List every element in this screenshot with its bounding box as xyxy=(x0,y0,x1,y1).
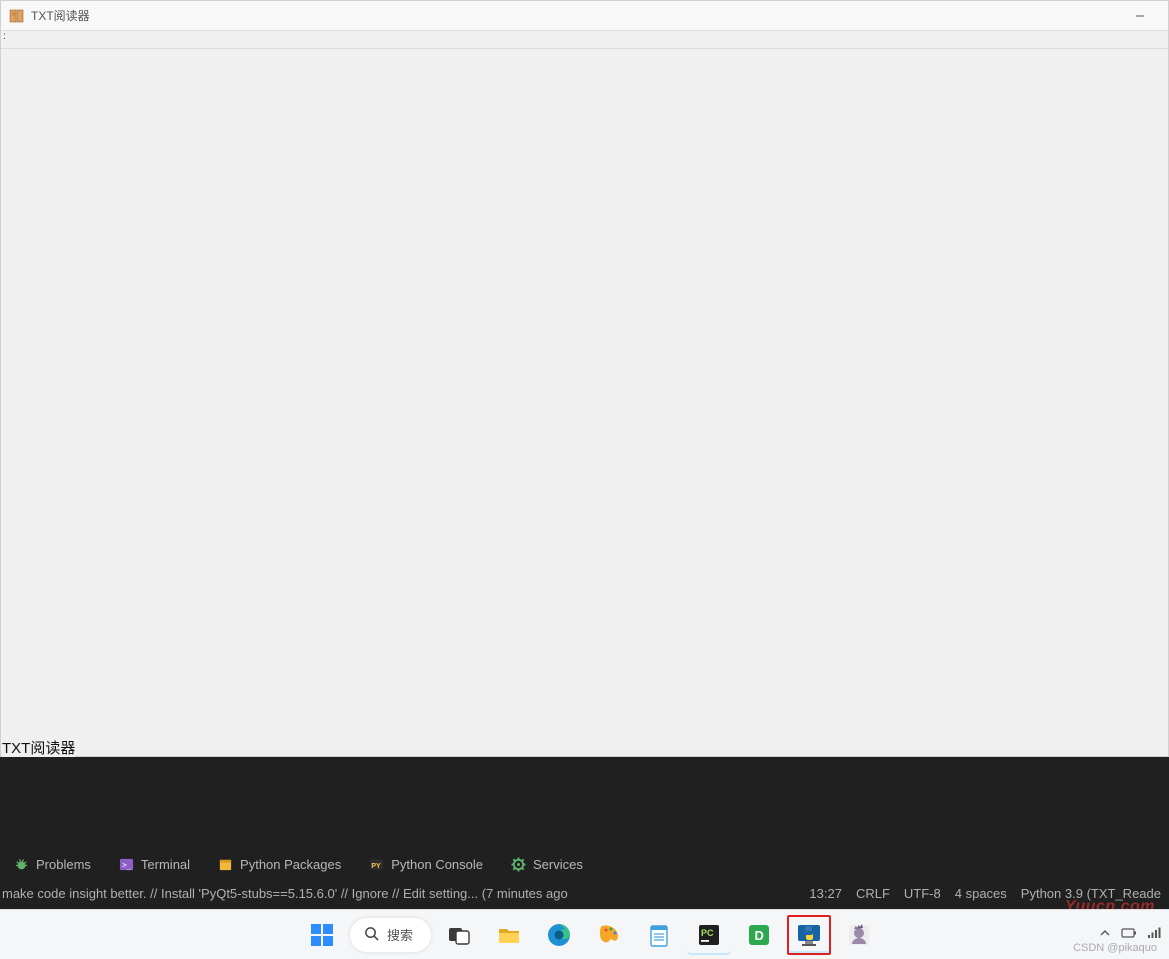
panel-label: Problems xyxy=(36,857,91,872)
pycharm-button[interactable]: PC xyxy=(687,915,731,955)
panel-label: Services xyxy=(533,857,583,872)
status-cursor[interactable]: 13:27 xyxy=(809,886,842,901)
panel-label: Python Packages xyxy=(240,857,341,872)
app-icon xyxy=(9,8,25,24)
ide-bottom: Problems >_ Terminal Python Packages PY … xyxy=(0,757,1169,909)
svg-text:PC: PC xyxy=(701,928,714,938)
txt-reader-window: TXT阅读器 : xyxy=(0,0,1169,757)
content-area xyxy=(1,49,1168,756)
svg-text:PY: PY xyxy=(372,863,382,870)
bug-icon xyxy=(14,857,29,872)
toolbar-text: : xyxy=(3,31,6,42)
tray-battery-icon[interactable] xyxy=(1121,927,1137,942)
panel-label: Terminal xyxy=(141,857,190,872)
tray-network-icon[interactable] xyxy=(1147,927,1161,942)
watermark-csdn: CSDN @pikaquo xyxy=(1073,942,1157,954)
taskbar-search[interactable]: 搜索 xyxy=(350,918,431,952)
edge-button[interactable] xyxy=(537,915,581,955)
svg-text:D: D xyxy=(755,928,764,943)
status-message[interactable]: make code insight better. // Install 'Py… xyxy=(2,886,795,901)
window-title: TXT阅读器 xyxy=(31,7,90,24)
panel-terminal[interactable]: >_ Terminal xyxy=(119,857,190,872)
status-encoding[interactable]: UTF-8 xyxy=(904,886,941,901)
titlebar[interactable]: TXT阅读器 xyxy=(1,1,1168,31)
paint-app-button[interactable] xyxy=(587,915,631,955)
svg-text:>_: >_ xyxy=(122,860,132,869)
notepad-button[interactable] xyxy=(637,915,681,955)
task-view-button[interactable] xyxy=(437,915,481,955)
avatar-app-button[interactable] xyxy=(837,915,881,955)
panel-python-packages[interactable]: Python Packages xyxy=(218,857,341,872)
taskbar: 搜索 PC D xyxy=(0,909,1169,959)
toolbar[interactable]: : xyxy=(1,31,1168,49)
file-explorer-button[interactable] xyxy=(487,915,531,955)
status-eol[interactable]: CRLF xyxy=(856,886,890,901)
search-icon xyxy=(364,926,379,944)
ide-statusbar: make code insight better. // Install 'Py… xyxy=(0,882,1169,909)
package-icon xyxy=(218,857,233,872)
start-button[interactable] xyxy=(300,915,344,955)
panel-python-console[interactable]: PY Python Console xyxy=(369,857,483,872)
search-placeholder: 搜索 xyxy=(387,925,413,944)
ide-panel-tabs: Problems >_ Terminal Python Packages PY … xyxy=(0,851,1169,882)
panel-services[interactable]: Services xyxy=(511,857,583,872)
green-app-button[interactable]: D xyxy=(737,915,781,955)
status-indent[interactable]: 4 spaces xyxy=(955,886,1007,901)
gear-icon xyxy=(511,857,526,872)
system-tray[interactable] xyxy=(1099,927,1169,942)
panel-problems[interactable]: Problems xyxy=(14,857,91,872)
python-console-icon: PY xyxy=(369,857,384,872)
panel-label: Python Console xyxy=(391,857,483,872)
tray-chevron-icon[interactable] xyxy=(1099,927,1111,942)
python-app-button[interactable] xyxy=(787,915,831,955)
status-label: TXT阅读器 xyxy=(2,737,75,758)
minimize-button[interactable] xyxy=(1120,4,1160,28)
terminal-icon: >_ xyxy=(119,857,134,872)
